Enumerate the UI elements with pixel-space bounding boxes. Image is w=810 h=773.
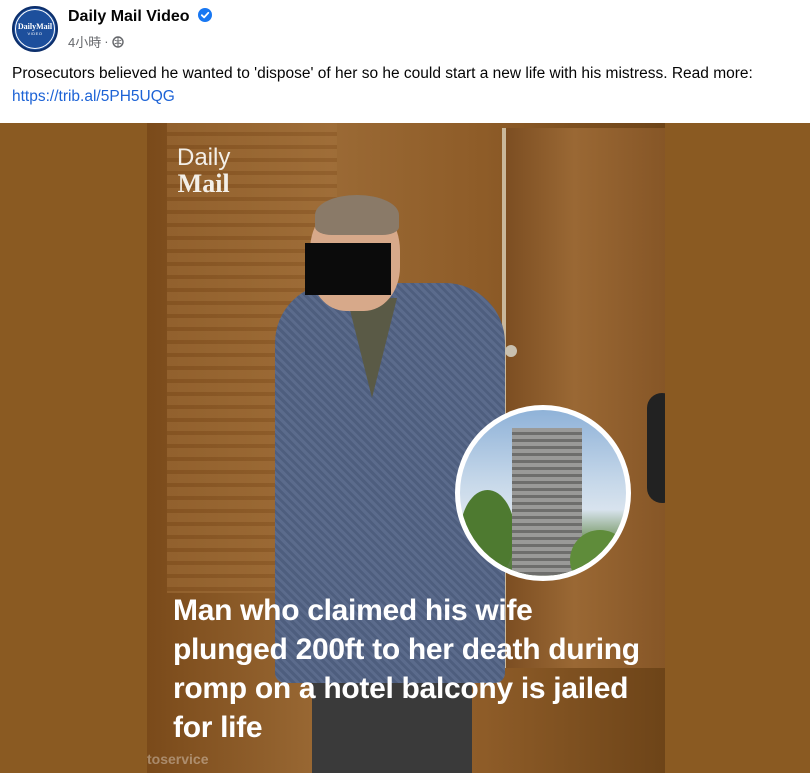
- page-name-row: Daily Mail Video: [68, 8, 212, 26]
- censor-bar: [305, 243, 391, 295]
- hotel-inset-image: [455, 405, 631, 581]
- meta-separator: ·: [104, 34, 109, 49]
- person-hair: [315, 195, 399, 235]
- post-timestamp[interactable]: 4小時: [68, 32, 101, 51]
- caption-text: Prosecutors believed he wanted to 'dispo…: [12, 65, 753, 82]
- inset-tree: [570, 530, 626, 576]
- video-watermark: toservice: [147, 751, 209, 767]
- video-frame[interactable]: Daily Mail Man who claimed his wife plun…: [147, 123, 665, 773]
- page-avatar[interactable]: DailyMail VIDEO: [12, 6, 58, 52]
- logo-line-2: Mail: [177, 169, 230, 198]
- caption-link[interactable]: https://trib.al/5PH5UQG: [12, 88, 175, 105]
- daily-mail-logo: Daily Mail: [177, 145, 230, 197]
- bystander-arm: [647, 393, 665, 503]
- avatar-logo-text: DailyMail: [17, 22, 53, 31]
- avatar-badge: DailyMail VIDEO: [15, 9, 55, 49]
- media-container[interactable]: Daily Mail Man who claimed his wife plun…: [0, 123, 810, 773]
- video-headline: Man who claimed his wife plunged 200ft t…: [173, 594, 640, 744]
- logo-line-1: Daily: [177, 144, 231, 171]
- page-name-link[interactable]: Daily Mail Video: [68, 8, 190, 25]
- verified-badge-icon: [197, 8, 212, 22]
- inset-tree: [460, 490, 515, 576]
- door: [502, 128, 665, 668]
- avatar-sub-text: VIDEO: [27, 31, 43, 36]
- post-meta: 4小時 ·: [68, 32, 124, 51]
- door-knob: [505, 345, 517, 357]
- post-caption: Prosecutors believed he wanted to 'dispo…: [12, 62, 802, 108]
- globe-icon[interactable]: [111, 35, 124, 48]
- post-header: DailyMail VIDEO Daily Mail Video 4小時 ·: [0, 0, 810, 60]
